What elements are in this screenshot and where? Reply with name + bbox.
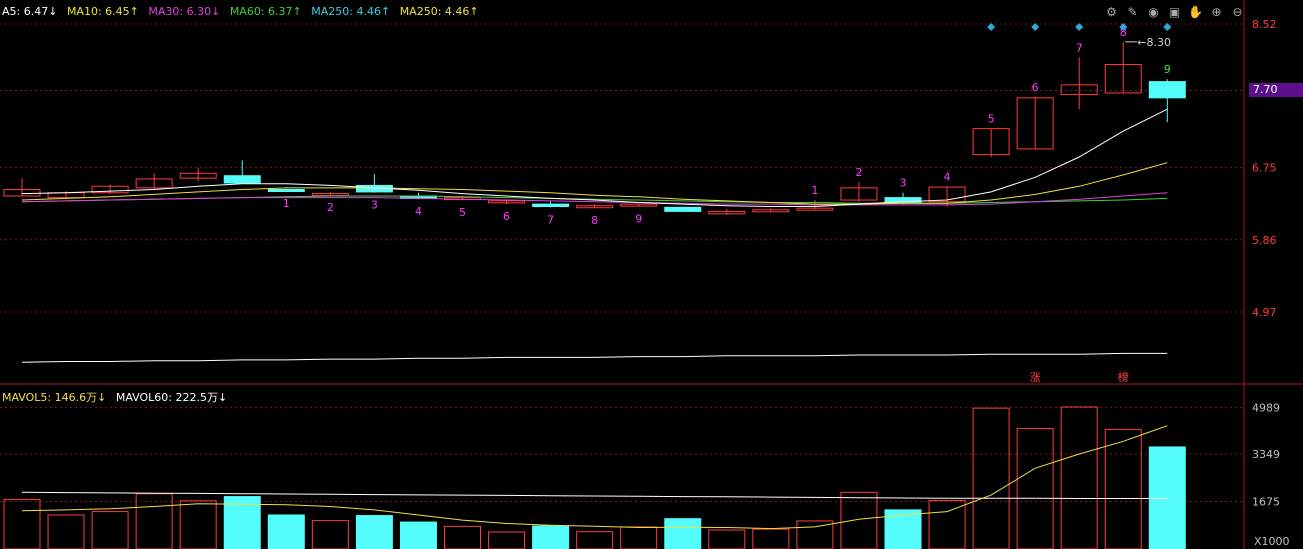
td-count-label: 6: [503, 210, 510, 223]
volume-bar: [3, 498, 41, 549]
volume-bar: [708, 529, 746, 549]
legend-ma250-cyan: MA250: 4.46↑: [311, 5, 391, 18]
pen-icon[interactable]: ✎: [1125, 5, 1140, 20]
price-tick-label: 5.86: [1252, 234, 1277, 247]
td-count-label: 7: [547, 213, 554, 226]
td-count-label: 2: [855, 166, 862, 179]
volume-bar: [1060, 406, 1098, 549]
td-count-label: 1: [283, 197, 290, 210]
signal-diamond: [987, 23, 996, 31]
volume-bar: [47, 514, 85, 549]
save-icon[interactable]: ▣: [1167, 5, 1182, 20]
volume-bar: [928, 500, 966, 549]
volume-bar: [267, 514, 305, 549]
eye-icon[interactable]: ◉: [1146, 5, 1161, 20]
price-tick-label: 4.97: [1252, 306, 1277, 319]
event-label: 榜: [1118, 370, 1129, 384]
volume-bar: [1016, 428, 1054, 549]
legend-ma60: MA60: 6.37↑: [229, 5, 302, 18]
candle-body: [796, 207, 834, 211]
ma250-line: [21, 352, 1168, 363]
volume-bar: [1104, 428, 1142, 549]
legend-ma10: MA10: 6.45↑: [66, 5, 139, 18]
price-tick-label: 8.52: [1252, 18, 1277, 31]
td-count-label: 1: [811, 184, 818, 197]
volume-unit-label: X1000: [1254, 535, 1290, 548]
candle-body: [664, 206, 702, 212]
volume-tick-label: 3349: [1252, 448, 1280, 461]
zoom-out-icon[interactable]: ⊖: [1230, 5, 1245, 20]
td-count-label: 3: [900, 177, 907, 190]
legend-ma30: MA30: 6.30↓: [148, 5, 221, 18]
td-count-label: 2: [327, 201, 334, 214]
candle-body: [1148, 81, 1186, 99]
volume-bar: [179, 500, 217, 549]
volume-bar: [752, 528, 790, 549]
legend-ma5: A5: 6.47↓: [2, 5, 58, 18]
mavol5-line: [21, 425, 1168, 530]
event-label: 涨: [1030, 371, 1041, 384]
high-marker-label: ←8.30: [1137, 36, 1171, 49]
volume-bar: [399, 521, 437, 549]
volume-bar: [620, 526, 658, 549]
td-count-label: 3: [371, 199, 378, 212]
candle-body: [223, 175, 261, 184]
volume-bar: [488, 531, 526, 549]
td-count-label: 5: [988, 113, 995, 126]
volume-bar: [664, 518, 702, 549]
kline-chart[interactable]: 8.527.706.755.864.97498933491675X1000123…: [0, 0, 1303, 549]
volume-bar: [532, 525, 570, 549]
hand-icon[interactable]: ✋: [1188, 5, 1203, 20]
td-count-label: 9: [1164, 63, 1171, 76]
candle-body: [532, 203, 570, 208]
td-count-label: 4: [415, 205, 422, 218]
volume-bar: [355, 515, 393, 549]
zoom-in-icon[interactable]: ⊕: [1209, 5, 1224, 20]
volume-tick-label: 1675: [1252, 496, 1280, 509]
legend-mavol60: MAVOL60: 222.5万↓: [115, 391, 228, 404]
mavol60-line: [21, 491, 1168, 499]
ma10-line: [21, 162, 1168, 205]
candle-body: [267, 188, 305, 192]
price-tick-label: 6.75: [1252, 162, 1277, 175]
current-price-tag: 7.70: [1249, 83, 1303, 97]
legend-mavol5: MAVOL5: 146.6万↓: [2, 391, 107, 404]
signal-diamond: [1031, 23, 1040, 31]
td-count-label: 7: [1076, 41, 1083, 54]
volume-bar: [840, 491, 878, 549]
price-legend: A5: 6.47↓ MA10: 6.45↑ MA30: 6.30↓ MA60: …: [2, 5, 485, 18]
volume-legend: MAVOL5: 146.6万↓ MAVOL60: 222.5万↓: [2, 389, 233, 405]
td-count-label: 4: [944, 170, 951, 183]
legend-ma250-yellow: MA250: 4.46↑: [399, 5, 479, 18]
td-count-label: 5: [459, 206, 466, 219]
td-count-label: 6: [1032, 81, 1039, 94]
volume-bar: [972, 407, 1010, 549]
td-count-label: 8: [591, 214, 598, 227]
chart-toolbar: ⚙ ✎ ◉ ▣ ✋ ⊕ ⊖: [1104, 5, 1245, 20]
gear-icon[interactable]: ⚙: [1104, 5, 1119, 20]
volume-bar: [1148, 446, 1186, 549]
volume-bar: [311, 520, 349, 549]
volume-bar: [91, 511, 129, 549]
volume-tick-label: 4989: [1252, 402, 1280, 415]
volume-bar: [576, 531, 614, 549]
td-count-label: 9: [635, 213, 642, 226]
volume-bar: [444, 525, 481, 549]
